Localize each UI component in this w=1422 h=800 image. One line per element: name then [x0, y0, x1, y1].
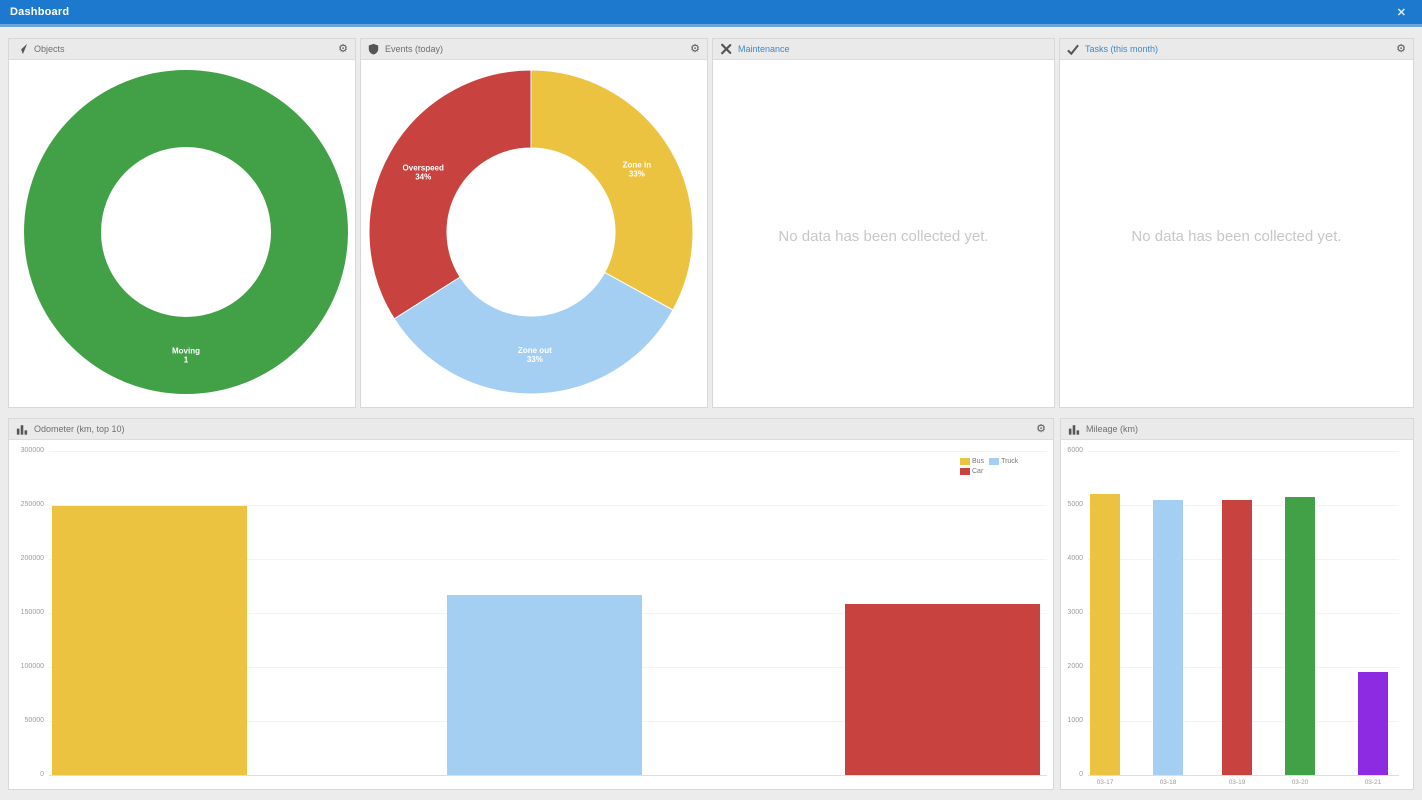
bar-car	[845, 604, 1040, 775]
close-icon[interactable]: ✕	[1397, 6, 1406, 19]
mileage-bar-chart: 0 1000 2000 3000 4000 5000 6000 03-17 03-18 03-19…	[1061, 440, 1413, 789]
gear-icon[interactable]: ⚙	[338, 43, 348, 55]
dashboard-window: Dashboard ✕ Objects ⚙ Moving 1 Events (to…	[0, 0, 1422, 800]
bar-03-17	[1090, 494, 1120, 775]
panel-objects: Objects ⚙ Moving 1	[8, 38, 356, 408]
gridline	[1088, 451, 1399, 452]
y-axis-tick-label: 5000	[1067, 501, 1083, 508]
legend-swatch	[989, 457, 1000, 465]
no-data-message: No data has been collected yet.	[1131, 228, 1342, 245]
legend-swatch	[960, 457, 970, 465]
x-axis-tick-label: 03-17	[1096, 779, 1114, 786]
panel-title: Odometer (km, top 10)	[34, 424, 125, 434]
gridline	[49, 451, 1047, 452]
events-donut-chart: Zone in 33% Zone out 33% Overspeed 34%	[361, 60, 707, 407]
panel-title-link[interactable]: Maintenance	[738, 44, 790, 54]
gear-icon[interactable]: ⚙	[690, 43, 700, 55]
panel-mileage: Mileage (km) 0 1000 2000 3000 4000 5000 6000 03…	[1060, 418, 1414, 790]
no-data-message: No data has been collected yet.	[778, 228, 989, 245]
panel-odometer: Odometer (km, top 10) ⚙ 0 50000 100000 1500…	[8, 418, 1054, 790]
panel-title-link[interactable]: Tasks (this month)	[1085, 44, 1158, 54]
window-title: Dashboard	[10, 6, 70, 18]
panel-title: Events (today)	[385, 44, 444, 54]
bar-03-19	[1222, 499, 1252, 775]
odometer-bar-chart: 0 50000 100000 150000 200000 250000 300000 Bus T…	[9, 440, 1053, 789]
checkmark-icon	[1067, 44, 1079, 55]
panel-title: Mileage (km)	[1086, 424, 1139, 434]
y-axis-tick-label: 0	[40, 771, 44, 778]
panel-tasks: Tasks (this month) ⚙ No data has been co…	[1059, 38, 1414, 408]
bar-03-21	[1358, 672, 1388, 775]
y-axis-tick-label: 300000	[20, 447, 44, 454]
y-axis-tick-label: 200000	[20, 555, 44, 562]
y-axis-tick-label: 1000	[1067, 717, 1083, 724]
y-axis-tick-label: 4000	[1067, 555, 1083, 562]
panel-mileage-body: 0 1000 2000 3000 4000 5000 6000 03-17 03-18 03-19…	[1061, 440, 1413, 789]
panel-events-body: Zone in 33% Zone out 33% Overspeed 34%	[361, 60, 707, 407]
panel-events-header: Events (today) ⚙	[361, 39, 707, 60]
donut-slice-zone-in	[530, 69, 694, 311]
x-axis-tick-label: 03-19	[1228, 779, 1246, 786]
objects-donut-chart: Moving 1	[9, 60, 355, 407]
x-axis-tick-label: 03-21	[1364, 779, 1382, 786]
bar-03-20	[1285, 496, 1315, 775]
y-axis-tick-label: 100000	[20, 663, 44, 670]
navigation-arrow-icon	[16, 43, 28, 55]
panel-objects-header: Objects ⚙	[9, 39, 355, 60]
panel-maintenance-body: No data has been collected yet.	[713, 60, 1054, 407]
panel-maintenance: Maintenance No data has been collected y…	[712, 38, 1055, 408]
panel-events: Events (today) ⚙ Zone in 33% Zone out 33% Ov…	[360, 38, 708, 408]
bar-chart-icon	[1068, 424, 1080, 435]
panel-title: Objects	[34, 44, 65, 54]
y-axis-tick-label: 2000	[1067, 663, 1083, 670]
x-axis-tick-label: 03-18	[1159, 779, 1177, 786]
y-axis-tick-label: 50000	[24, 717, 44, 724]
legend-label: Truck	[1001, 458, 1019, 465]
donut-slice-overspeed	[368, 69, 532, 320]
y-axis-tick-label: 250000	[20, 501, 44, 508]
crossed-tools-icon	[720, 43, 732, 55]
titlebar: Dashboard ✕	[0, 0, 1422, 27]
bar-03-18	[1153, 499, 1183, 775]
bar-truck	[447, 594, 642, 775]
chart-legend: Bus Truck Car	[960, 457, 1044, 477]
panel-tasks-header: Tasks (this month) ⚙	[1060, 39, 1413, 60]
legend-item-truck: Truck	[989, 457, 1018, 467]
panel-mileage-header: Mileage (km)	[1061, 419, 1413, 440]
panel-odometer-header: Odometer (km, top 10) ⚙	[9, 419, 1053, 440]
panel-tasks-body: No data has been collected yet.	[1060, 60, 1413, 407]
gridline	[49, 775, 1047, 776]
legend-item-car: Car	[960, 467, 983, 477]
bar-bus	[52, 506, 247, 775]
x-axis-tick-label: 03-20	[1291, 779, 1309, 786]
gear-icon[interactable]: ⚙	[1036, 423, 1046, 435]
shield-icon	[368, 43, 379, 55]
donut-slice-moving	[24, 70, 348, 394]
y-axis-tick-label: 6000	[1067, 447, 1083, 454]
legend-label: Car	[972, 468, 984, 475]
panel-odometer-body: 0 50000 100000 150000 200000 250000 300000 Bus T…	[9, 440, 1053, 789]
y-axis-tick-label: 3000	[1067, 609, 1083, 616]
gridline	[1088, 775, 1399, 776]
legend-swatch	[960, 467, 970, 475]
y-axis-tick-label: 0	[1079, 771, 1083, 778]
gear-icon[interactable]: ⚙	[1396, 43, 1406, 55]
y-axis-tick-label: 150000	[20, 609, 44, 616]
panel-objects-body: Moving 1	[9, 60, 355, 407]
legend-label: Bus	[972, 458, 985, 465]
bar-chart-icon	[16, 424, 28, 435]
legend-item-bus: Bus	[960, 457, 984, 467]
panel-maintenance-header: Maintenance	[713, 39, 1054, 60]
